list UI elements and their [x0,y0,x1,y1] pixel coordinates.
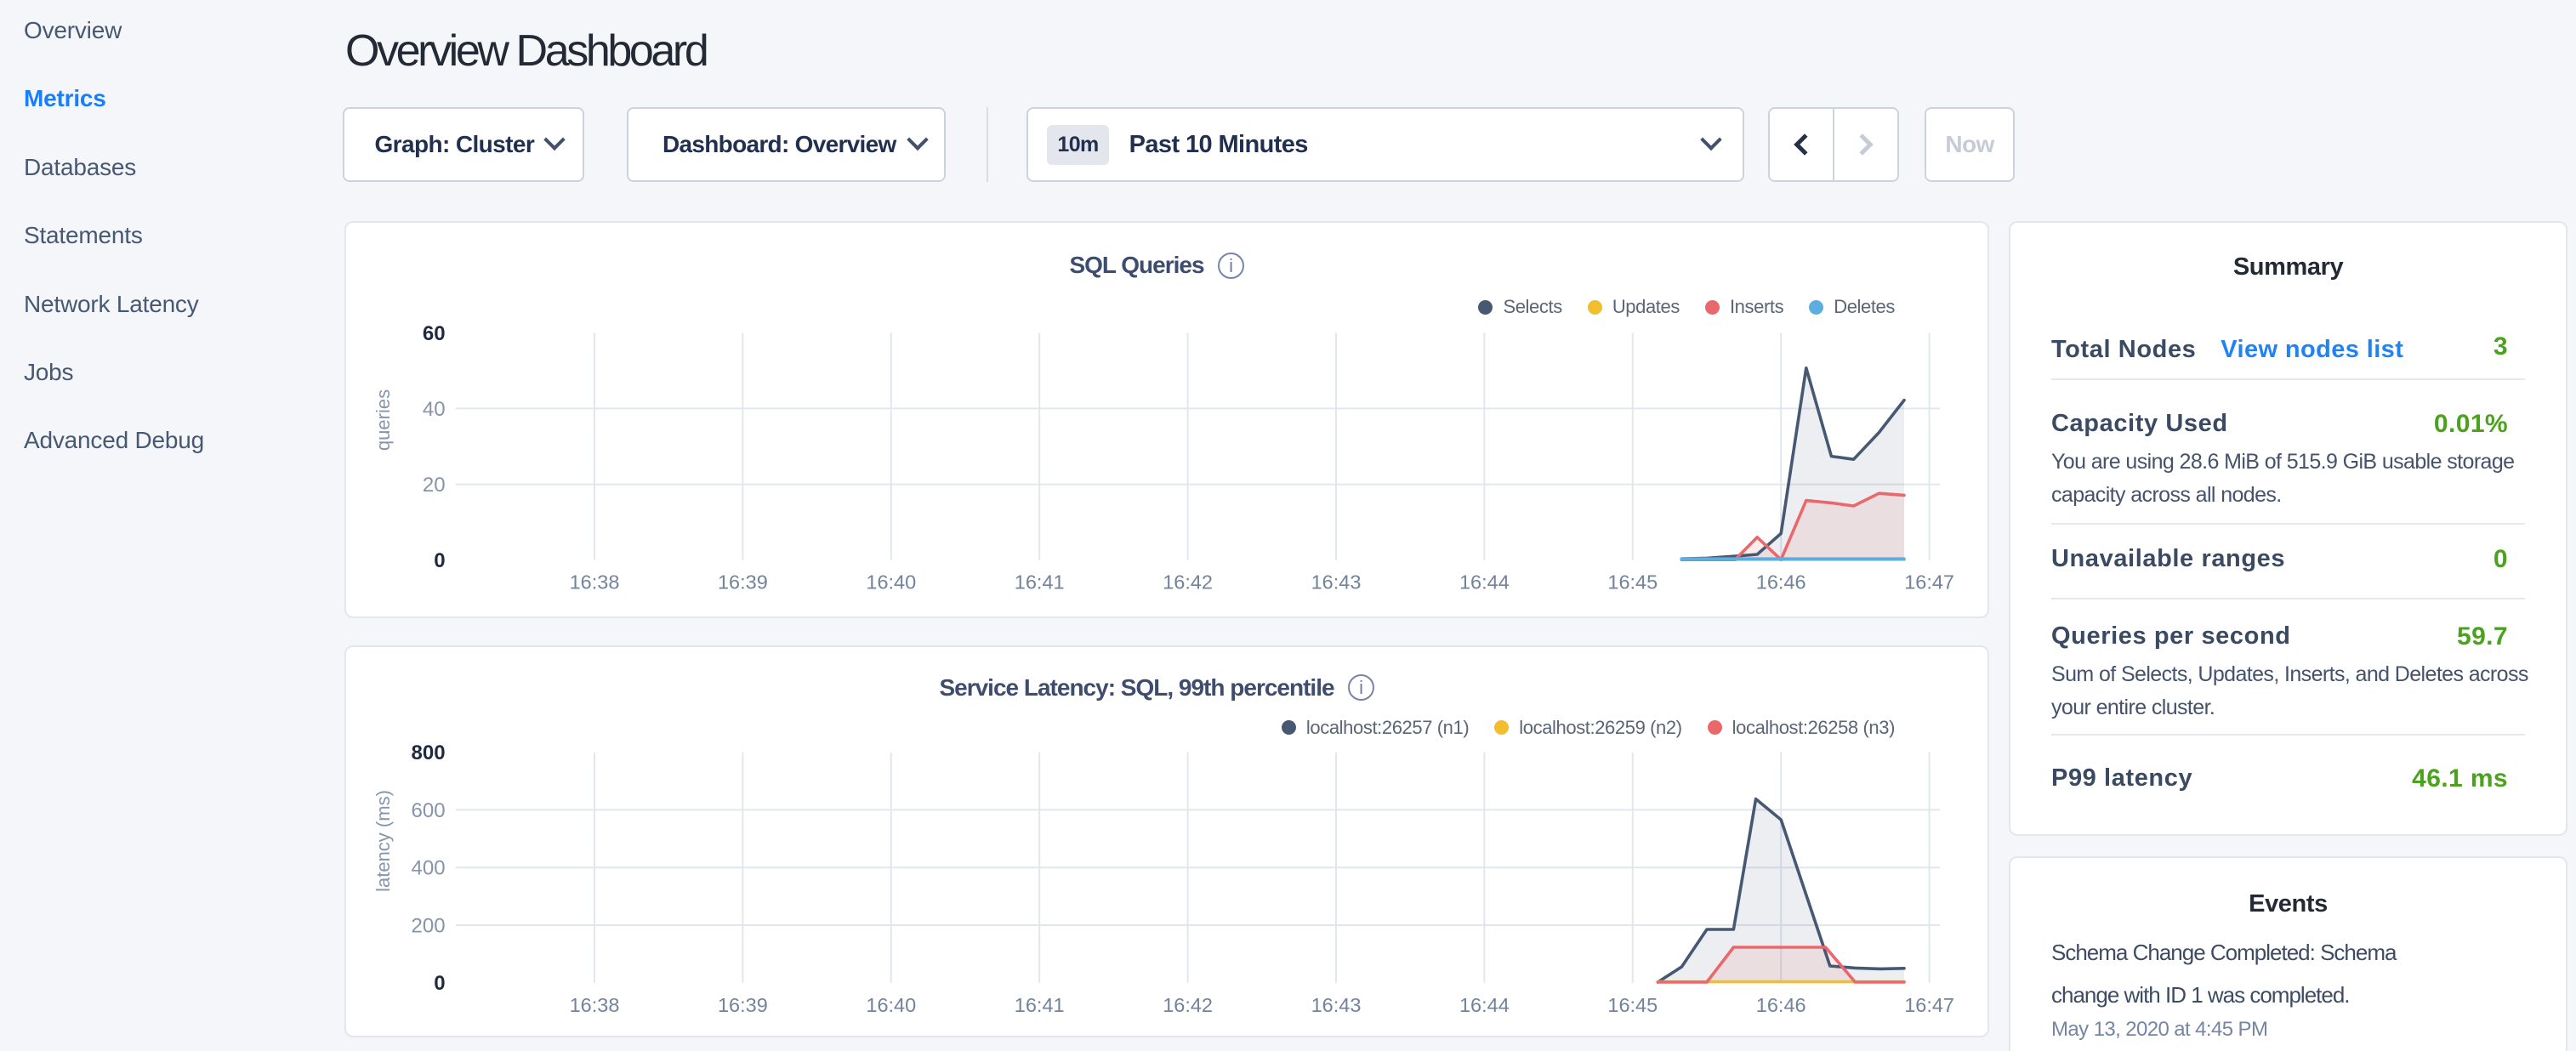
svg-text:16:38: 16:38 [570,993,620,1015]
svg-text:400: 400 [412,856,446,879]
svg-text:0: 0 [434,972,445,995]
svg-text:16:39: 16:39 [718,571,768,594]
svg-text:600: 600 [412,798,446,821]
svg-text:16:46: 16:46 [1756,571,1806,594]
svg-text:16:46: 16:46 [1756,993,1806,1015]
svg-text:16:44: 16:44 [1459,571,1510,594]
svg-text:16:39: 16:39 [718,993,768,1015]
svg-text:16:40: 16:40 [866,571,916,594]
svg-text:16:40: 16:40 [866,993,916,1015]
svg-text:16:42: 16:42 [1163,993,1213,1015]
svg-text:16:43: 16:43 [1311,571,1362,594]
svg-text:16:47: 16:47 [1904,993,1954,1015]
svg-text:16:47: 16:47 [1904,571,1954,594]
svg-text:0: 0 [434,549,445,572]
svg-text:16:43: 16:43 [1311,993,1362,1015]
svg-text:60: 60 [423,322,446,345]
svg-text:16:41: 16:41 [1015,993,1065,1015]
svg-text:800: 800 [412,741,446,764]
svg-text:16:42: 16:42 [1163,571,1213,594]
svg-text:20: 20 [423,474,446,497]
svg-text:16:38: 16:38 [570,571,620,594]
svg-text:16:41: 16:41 [1015,571,1065,594]
svg-text:200: 200 [412,914,446,937]
svg-text:16:44: 16:44 [1459,993,1510,1015]
svg-text:16:45: 16:45 [1607,993,1658,1015]
svg-text:16:45: 16:45 [1607,571,1658,594]
svg-text:40: 40 [423,398,446,421]
